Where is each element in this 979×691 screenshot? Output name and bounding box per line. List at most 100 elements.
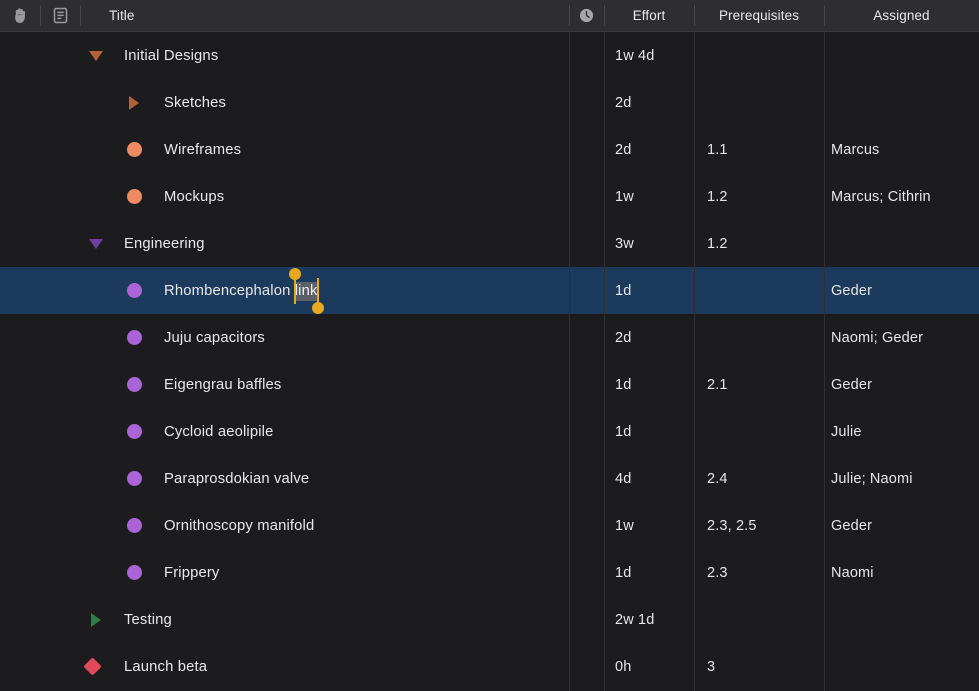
selected-text[interactable]: link [294, 281, 318, 301]
cell-clock[interactable] [569, 408, 604, 455]
table-row[interactable]: Engineering 3w 1.2 [0, 220, 979, 267]
cell-clock[interactable] [569, 455, 604, 502]
circle-orange-icon[interactable] [123, 186, 145, 208]
cell-effort[interactable]: 3w [604, 220, 694, 267]
cell-assigned[interactable]: Geder [824, 502, 979, 549]
cell-prerequisites[interactable] [694, 314, 824, 361]
cell-clock[interactable] [569, 314, 604, 361]
cell-assigned[interactable] [824, 643, 979, 690]
cell-clock[interactable] [569, 361, 604, 408]
circle-purple-icon[interactable] [123, 562, 145, 584]
cell-prerequisites[interactable] [694, 32, 824, 79]
cell-clock[interactable] [569, 126, 604, 173]
selection-end-handle[interactable] [311, 278, 324, 314]
table-row[interactable]: Initial Designs 1w 4d [0, 32, 979, 79]
cell-title[interactable]: Cycloid aeolipile [0, 408, 569, 455]
cell-clock[interactable] [569, 79, 604, 126]
table-row[interactable]: Ornithoscopy manifold 1w 2.3, 2.5 Geder [0, 502, 979, 549]
cell-title[interactable]: Wireframes [0, 126, 569, 173]
column-header-assigned[interactable]: Assigned [824, 0, 979, 31]
cell-effort[interactable]: 1w 4d [604, 32, 694, 79]
cell-effort[interactable]: 1w [604, 173, 694, 220]
cell-effort[interactable]: 2d [604, 79, 694, 126]
hand-tool-button[interactable] [0, 0, 40, 31]
table-row[interactable]: Frippery 1d 2.3 Naomi [0, 549, 979, 596]
cell-prerequisites[interactable]: 1.1 [694, 126, 824, 173]
table-row[interactable]: Rhombencephalon link 1d Geder [0, 267, 979, 314]
table-row[interactable]: Mockups 1w 1.2 Marcus; Cithrin [0, 173, 979, 220]
cell-effort[interactable]: 4d [604, 455, 694, 502]
cell-prerequisites[interactable]: 2.3 [694, 549, 824, 596]
table-row[interactable]: Sketches 2d [0, 79, 979, 126]
cell-prerequisites[interactable] [694, 79, 824, 126]
column-header-title[interactable]: Title [80, 0, 569, 31]
table-row[interactable]: Eigengrau baffles 1d 2.1 Geder [0, 361, 979, 408]
row-title-label[interactable]: Testing [124, 612, 172, 628]
cell-effort[interactable]: 1d [604, 408, 694, 455]
cell-assigned[interactable]: Julie; Naomi [824, 455, 979, 502]
row-title-label[interactable]: Juju capacitors [164, 330, 265, 346]
triangle-down-orange-icon[interactable] [85, 45, 107, 67]
table-row[interactable]: Wireframes 2d 1.1 Marcus [0, 126, 979, 173]
cell-assigned[interactable] [824, 32, 979, 79]
cell-title[interactable]: Rhombencephalon link [0, 267, 569, 314]
table-row[interactable]: Juju capacitors 2d Naomi; Geder [0, 314, 979, 361]
circle-orange-icon[interactable] [123, 139, 145, 161]
cell-assigned[interactable] [824, 79, 979, 126]
cell-title[interactable]: Sketches [0, 79, 569, 126]
cell-title[interactable]: Engineering [0, 220, 569, 267]
row-title-label[interactable]: Ornithoscopy manifold [164, 518, 314, 534]
row-title-label[interactable]: Initial Designs [124, 48, 218, 64]
cell-assigned[interactable]: Geder [824, 361, 979, 408]
circle-purple-icon[interactable] [123, 280, 145, 302]
triangle-down-purple-icon[interactable] [85, 233, 107, 255]
cell-assigned[interactable] [824, 596, 979, 643]
row-title-label[interactable]: Mockups [164, 189, 224, 205]
cell-effort[interactable]: 2d [604, 314, 694, 361]
cell-prerequisites[interactable]: 1.2 [694, 173, 824, 220]
cell-title[interactable]: Initial Designs [0, 32, 569, 79]
cell-prerequisites[interactable] [694, 408, 824, 455]
cell-title[interactable]: Paraprosdokian valve [0, 455, 569, 502]
column-header-clock[interactable] [569, 0, 604, 31]
selection-end-knob[interactable] [311, 302, 324, 314]
row-title-label[interactable]: Paraprosdokian valve [164, 471, 309, 487]
selection-start-handle[interactable] [288, 268, 301, 304]
table-row[interactable]: Testing 2w 1d [0, 596, 979, 643]
cell-title[interactable]: Eigengrau baffles [0, 361, 569, 408]
table-row[interactable]: Paraprosdokian valve 4d 2.4 Julie; Naomi [0, 455, 979, 502]
cell-clock[interactable] [569, 173, 604, 220]
cell-effort[interactable]: 2d [604, 126, 694, 173]
cell-assigned[interactable]: Geder [824, 267, 979, 314]
notes-column-button[interactable] [40, 0, 80, 31]
cell-clock[interactable] [569, 267, 604, 314]
cell-clock[interactable] [569, 643, 604, 690]
column-header-prerequisites[interactable]: Prerequisites [694, 0, 824, 31]
diamond-red-icon[interactable] [81, 656, 103, 678]
cell-clock[interactable] [569, 32, 604, 79]
cell-prerequisites[interactable]: 2.3, 2.5 [694, 502, 824, 549]
row-title-label[interactable]: Engineering [124, 236, 205, 252]
cell-prerequisites[interactable]: 2.4 [694, 455, 824, 502]
cell-assigned[interactable]: Marcus [824, 126, 979, 173]
cell-effort[interactable]: 0h [604, 643, 694, 690]
cell-effort[interactable]: 1d [604, 549, 694, 596]
cell-clock[interactable] [569, 596, 604, 643]
cell-prerequisites[interactable] [694, 596, 824, 643]
circle-purple-icon[interactable] [123, 515, 145, 537]
row-title-label[interactable]: Sketches [164, 95, 226, 111]
cell-assigned[interactable]: Naomi; Geder [824, 314, 979, 361]
cell-effort[interactable]: 1d [604, 361, 694, 408]
table-row[interactable]: Launch beta 0h 3 [0, 643, 979, 690]
row-title-label[interactable]: Frippery [164, 565, 219, 581]
cell-assigned[interactable]: Marcus; Cithrin [824, 173, 979, 220]
column-header-effort[interactable]: Effort [604, 0, 694, 31]
triangle-right-green-icon[interactable] [85, 609, 107, 631]
cell-effort[interactable]: 2w 1d [604, 596, 694, 643]
cell-prerequisites[interactable] [694, 267, 824, 314]
circle-purple-icon[interactable] [123, 374, 145, 396]
cell-clock[interactable] [569, 549, 604, 596]
triangle-right-orange-icon[interactable] [123, 92, 145, 114]
circle-purple-icon[interactable] [123, 468, 145, 490]
row-title-label[interactable]: Launch beta [124, 659, 207, 675]
